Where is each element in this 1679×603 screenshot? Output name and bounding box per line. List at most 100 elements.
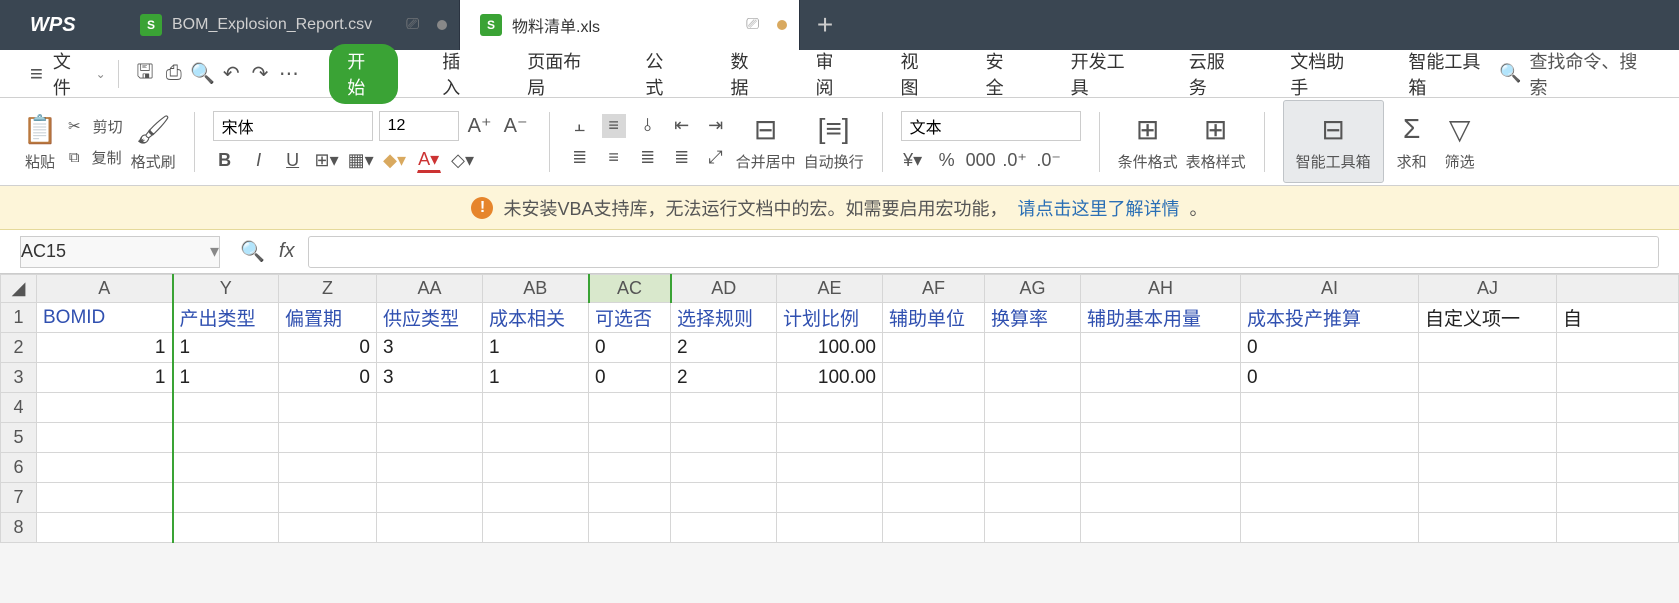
cell[interactable] — [883, 363, 985, 393]
col-header-AE[interactable]: AE — [777, 275, 883, 303]
cell[interactable] — [483, 453, 589, 483]
cell[interactable] — [1419, 393, 1557, 423]
indent-increase-icon[interactable]: ⇥ — [704, 114, 728, 138]
ribbon-tab-view[interactable]: 视图 — [893, 44, 942, 104]
cell[interactable] — [883, 393, 985, 423]
cell[interactable]: 产出类型 — [173, 303, 279, 333]
cell[interactable]: 0 — [589, 333, 671, 363]
col-header-AD[interactable]: AD — [671, 275, 777, 303]
cell[interactable] — [1419, 363, 1557, 393]
decimal-increase-icon[interactable]: .0⁺ — [1003, 149, 1027, 173]
cell[interactable] — [377, 453, 483, 483]
cell[interactable] — [1557, 333, 1679, 363]
cell[interactable]: 成本相关 — [483, 303, 589, 333]
font-size-select[interactable]: 12 — [379, 111, 459, 141]
cell[interactable]: 自定义项一 — [1419, 303, 1557, 333]
cell[interactable]: 1 — [483, 333, 589, 363]
ribbon-tab-security[interactable]: 安全 — [978, 44, 1027, 104]
cell[interactable] — [279, 423, 377, 453]
save-icon[interactable]: 🖫 — [131, 59, 160, 89]
filter-button[interactable]: ▽ 筛选 — [1440, 111, 1480, 172]
cell[interactable]: 1 — [37, 333, 173, 363]
comma-icon[interactable]: 000 — [969, 149, 993, 173]
cell[interactable] — [985, 423, 1081, 453]
cell[interactable] — [671, 483, 777, 513]
fx-label[interactable]: fx — [279, 240, 295, 263]
cell[interactable]: 0 — [1241, 333, 1419, 363]
row-header-1[interactable]: 1 — [1, 303, 37, 333]
cell[interactable] — [589, 513, 671, 543]
cell[interactable] — [483, 393, 589, 423]
decimal-decrease-icon[interactable]: .0⁻ — [1037, 149, 1061, 173]
cell[interactable] — [377, 513, 483, 543]
cell[interactable] — [1557, 363, 1679, 393]
cell[interactable] — [985, 363, 1081, 393]
cell[interactable] — [37, 453, 173, 483]
preview-icon[interactable]: 🔍 — [188, 59, 217, 89]
select-all-corner[interactable]: ◢ — [1, 275, 37, 303]
col-header-overflow[interactable] — [1557, 275, 1679, 303]
smart-toolbox-button[interactable]: ⊟ 智能工具箱 — [1283, 100, 1384, 183]
row-header[interactable]: 8 — [1, 513, 37, 543]
cell[interactable] — [173, 453, 279, 483]
row-header-3[interactable]: 3 — [1, 363, 37, 393]
cell[interactable] — [883, 423, 985, 453]
percent-icon[interactable]: % — [935, 149, 959, 173]
cell[interactable] — [1081, 393, 1241, 423]
cell[interactable] — [1241, 423, 1419, 453]
col-header-AG[interactable]: AG — [985, 275, 1081, 303]
align-middle-icon[interactable]: ≡ — [602, 114, 626, 138]
cell[interactable] — [883, 513, 985, 543]
bold-button[interactable]: B — [213, 149, 237, 173]
cell[interactable]: 换算率 — [985, 303, 1081, 333]
cell[interactable]: 100.00 — [777, 363, 883, 393]
cell[interactable]: 2 — [671, 363, 777, 393]
col-header-AA[interactable]: AA — [377, 275, 483, 303]
cell[interactable] — [985, 393, 1081, 423]
align-top-icon[interactable]: ⫠ — [568, 114, 592, 138]
cell[interactable] — [483, 513, 589, 543]
cell[interactable]: 2 — [671, 333, 777, 363]
cell[interactable]: 自 — [1557, 303, 1679, 333]
sum-button[interactable]: Σ 求和 — [1392, 111, 1432, 172]
cell[interactable] — [377, 423, 483, 453]
cell[interactable]: 1 — [483, 363, 589, 393]
cell[interactable] — [1241, 393, 1419, 423]
ribbon-tab-cloud[interactable]: 云服务 — [1181, 44, 1247, 104]
clear-format-button[interactable]: ◇▾ — [451, 149, 475, 173]
cell[interactable] — [671, 513, 777, 543]
cell[interactable]: 辅助基本用量 — [1081, 303, 1241, 333]
col-header-AH[interactable]: AH — [1081, 275, 1241, 303]
align-bottom-icon[interactable]: ⫰ — [636, 114, 660, 138]
cell[interactable] — [483, 483, 589, 513]
cell[interactable] — [1419, 483, 1557, 513]
col-header-AI[interactable]: AI — [1241, 275, 1419, 303]
cell[interactable]: 1 — [37, 363, 173, 393]
cell[interactable] — [883, 483, 985, 513]
col-header-AJ[interactable]: AJ — [1419, 275, 1557, 303]
cell[interactable]: 偏置期 — [279, 303, 377, 333]
row-header[interactable]: 6 — [1, 453, 37, 483]
cell[interactable] — [1241, 513, 1419, 543]
orientation-icon[interactable]: ⤢ — [704, 146, 728, 170]
cell[interactable] — [1081, 453, 1241, 483]
cell[interactable] — [1081, 333, 1241, 363]
cell[interactable] — [589, 483, 671, 513]
cell[interactable] — [671, 393, 777, 423]
format-painter-group[interactable]: 🖌 格式刷 — [131, 111, 176, 172]
cell[interactable] — [1557, 423, 1679, 453]
cell[interactable] — [985, 483, 1081, 513]
cell[interactable] — [985, 453, 1081, 483]
cell[interactable] — [589, 423, 671, 453]
col-header-AB[interactable]: AB — [483, 275, 589, 303]
cell[interactable] — [1557, 453, 1679, 483]
more-icon[interactable]: ⋯ — [274, 59, 303, 89]
cell[interactable]: 选择规则 — [671, 303, 777, 333]
table-style-button[interactable]: ⊞ 表格样式 — [1186, 111, 1246, 172]
cell[interactable] — [173, 393, 279, 423]
new-tab-button[interactable]: + — [800, 0, 850, 50]
cell[interactable] — [1081, 363, 1241, 393]
cell[interactable] — [671, 423, 777, 453]
warning-link[interactable]: 请点击这里了解详情 — [1018, 195, 1180, 221]
cell[interactable] — [1081, 513, 1241, 543]
